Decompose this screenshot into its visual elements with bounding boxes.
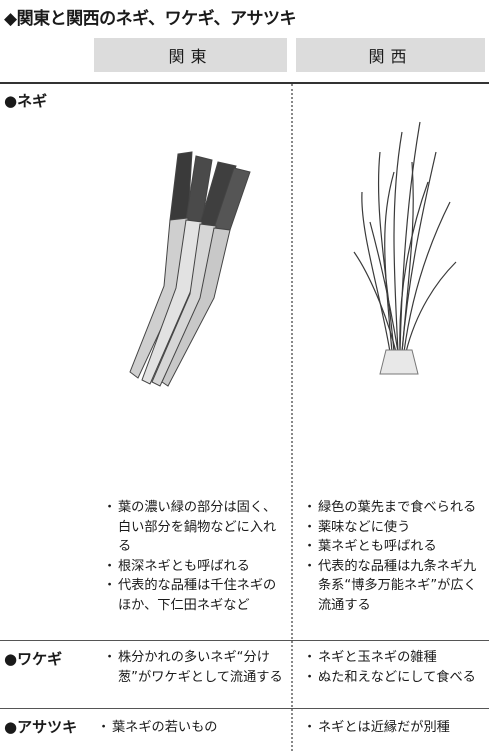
negi-kanto-list: 葉の濃い緑の部分は固く、白い部分を鍋物などに入れる 根深ネギとも呼ばれる 代表的… (103, 498, 284, 616)
list-item: 根深ネギとも呼ばれる (103, 557, 284, 577)
row-label-wakegi: ●ワケギ (4, 650, 63, 668)
row-divider-wakegi (0, 640, 489, 641)
column-header-kanto: 関東 (94, 38, 287, 72)
asatsuki-kanto-list: 葉ネギの若いもの (97, 718, 284, 738)
row-label-negi: ●ネギ (4, 92, 48, 110)
kanto-negi-illustration (129, 151, 251, 387)
kansai-negi-illustration (353, 121, 457, 375)
wakegi-kanto-list: 株分かれの多いネギ“分け葱”がワケギとして流通する (103, 648, 284, 687)
list-item: 緑色の葉先まで食べられる (303, 498, 484, 518)
table-top-rule (0, 82, 489, 84)
list-item: 薬味などに使う (303, 518, 484, 538)
list-item: 株分かれの多いネギ“分け葱”がワケギとして流通する (103, 648, 284, 687)
list-item: ぬた和えなどにして食べる (303, 668, 484, 688)
list-item: ネギとは近縁だが別種 (303, 718, 484, 738)
wakegi-kansai-list: ネギと玉ネギの雑種 ぬた和えなどにして食べる (303, 648, 484, 688)
list-item: 葉ネギとも呼ばれる (303, 537, 484, 557)
list-item: 代表的な品種は九条ネギ九条系“博多万能ネギ”が広く流通する (303, 557, 484, 616)
row-divider-asatsuki (0, 708, 489, 709)
row-label-asatsuki: ●アサツキ (4, 718, 78, 736)
negi-kansai-list: 緑色の葉先まで食べられる 薬味などに使う 葉ネギとも呼ばれる 代表的な品種は九条… (303, 498, 484, 616)
list-item: 葉ネギの若いもの (97, 718, 284, 738)
asatsuki-kansai-list: ネギとは近縁だが別種 (303, 718, 484, 738)
page-title: ◆関東と関西のネギ、ワケギ、アサツキ (4, 9, 297, 29)
list-item: ネギと玉ネギの雑種 (303, 648, 484, 668)
column-divider (291, 84, 293, 751)
column-header-kansai: 関西 (296, 38, 485, 72)
list-item: 代表的な品種は千住ネギのほか、下仁田ネギなど (103, 576, 284, 615)
list-item: 葉の濃い緑の部分は固く、白い部分を鍋物などに入れる (103, 498, 284, 557)
